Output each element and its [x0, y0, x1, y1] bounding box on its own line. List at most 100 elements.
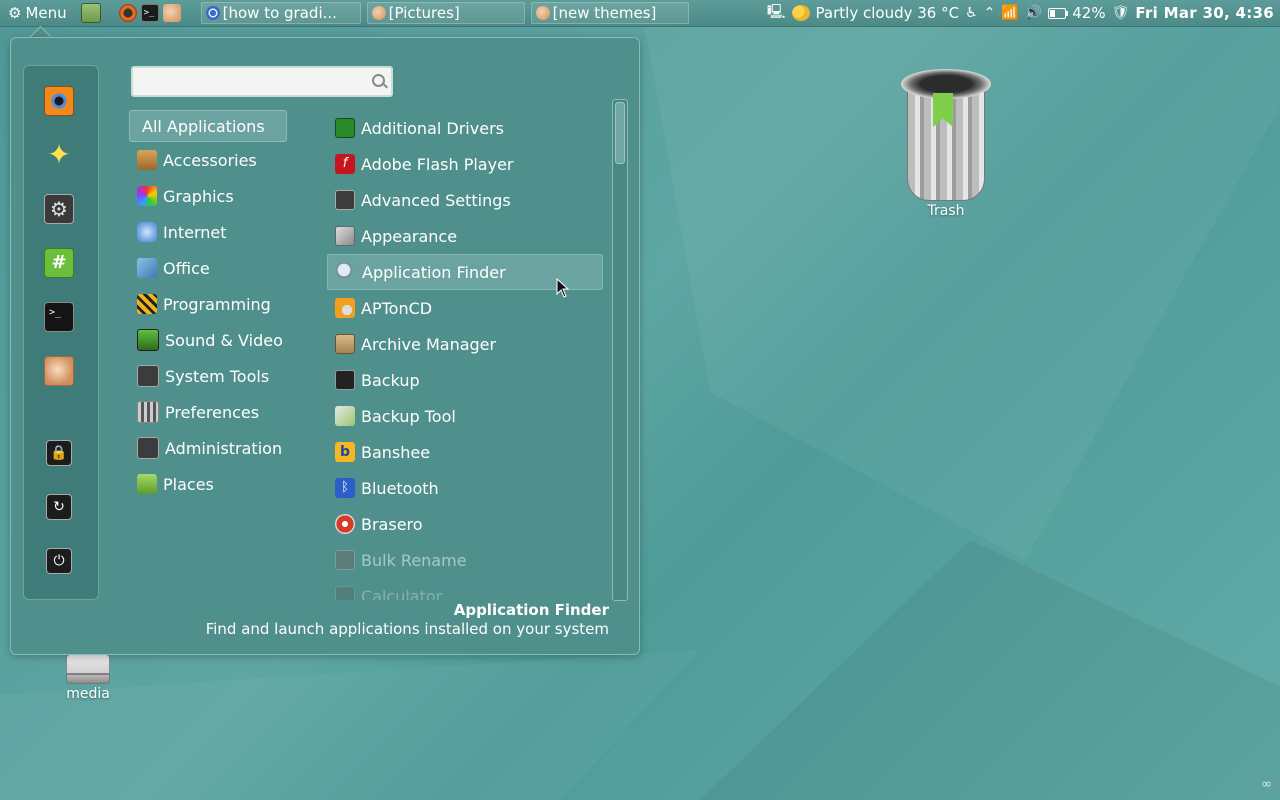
flash-icon: f	[335, 154, 355, 174]
taskbar-item-themes[interactable]: [new themes]	[530, 2, 689, 24]
app-adobe-flash-player[interactable]: f Adobe Flash Player	[327, 146, 603, 182]
archive-icon	[335, 334, 355, 354]
panel-launchers: >_	[80, 3, 181, 23]
app-banshee[interactable]: b Banshee	[327, 434, 603, 470]
terminal-icon[interactable]: >_	[44, 302, 74, 332]
preferences-icon	[137, 401, 159, 423]
category-label: Places	[163, 474, 214, 494]
app-label: Bulk Rename	[361, 550, 467, 570]
internet-icon	[137, 222, 157, 242]
bulk-rename-icon	[335, 550, 355, 570]
trash-label: Trash	[927, 203, 965, 219]
category-all-applications[interactable]: All Applications	[129, 110, 287, 142]
accessories-icon	[137, 150, 157, 170]
category-sound-video[interactable]: Sound & Video	[129, 322, 309, 358]
web-browser-icon[interactable]	[118, 4, 137, 22]
app-backup[interactable]: Backup	[327, 362, 603, 398]
weather-icon[interactable]	[791, 5, 810, 21]
infinity-icon: ∞	[1261, 777, 1272, 792]
taskbar-item-browser[interactable]: [how to gradi...	[200, 2, 361, 24]
accessibility-icon[interactable]: ♿	[965, 5, 978, 21]
wifi-icon[interactable]: 📶	[1001, 5, 1018, 21]
category-accessories[interactable]: Accessories	[129, 142, 309, 178]
app-label: Banshee	[361, 442, 431, 462]
category-label: System Tools	[165, 366, 270, 386]
scrollbar-thumb[interactable]	[615, 102, 625, 164]
trash-desktop-icon[interactable]: Trash	[895, 63, 997, 219]
search-box[interactable]	[131, 66, 393, 97]
volume-icon[interactable]: 🔊	[1025, 5, 1042, 21]
taskbar-item-label: [how to gradi...	[222, 4, 337, 22]
app-archive-manager[interactable]: Archive Manager	[327, 326, 603, 362]
app-label: Calculator	[361, 586, 443, 601]
category-office[interactable]: Office	[129, 250, 309, 286]
settings-gear-icon[interactable]: ⚙	[44, 194, 74, 224]
menu-label: Menu	[25, 4, 67, 22]
app-list-scrollbar[interactable]	[612, 99, 628, 601]
favorites-panel: ✦ ⚙ # >_ 🔒 ↻ ⏻	[23, 65, 99, 600]
category-label: Administration	[165, 438, 283, 458]
network-monitor-icon[interactable]: 🖳	[767, 1, 786, 25]
hashtag-icon[interactable]: #	[44, 248, 74, 278]
app-label: Additional Drivers	[361, 118, 504, 138]
search-input[interactable]	[137, 71, 371, 95]
battery-percent: 42%	[1072, 4, 1106, 22]
gear-icon: ⚙	[8, 4, 22, 22]
category-label: Accessories	[163, 150, 257, 170]
category-graphics[interactable]: Graphics	[129, 178, 309, 214]
chevron-up-icon[interactable]: ⌃	[984, 5, 996, 21]
taskbar-item-pictures[interactable]: [Pictures]	[366, 2, 525, 24]
menu-button[interactable]: ⚙ Menu	[0, 0, 75, 26]
logout-icon[interactable]: ↻	[46, 494, 72, 520]
media-desktop-icon[interactable]: media	[55, 652, 121, 702]
app-label: Archive Manager	[361, 334, 497, 354]
app-backup-tool[interactable]: Backup Tool	[327, 398, 603, 434]
app-description-text: Find and launch applications installed o…	[205, 620, 609, 638]
app-bluetooth[interactable]: ᛒ Bluetooth	[327, 470, 603, 506]
app-additional-drivers[interactable]: Additional Drivers	[327, 110, 603, 146]
star-icon[interactable]: ✦	[44, 140, 74, 170]
shield-icon[interactable]: 🛡	[1112, 5, 1130, 21]
system-tools-icon	[137, 365, 159, 387]
category-label: Preferences	[165, 402, 260, 422]
show-desktop-icon[interactable]	[80, 3, 101, 23]
app-calculator[interactable]: Calculator	[327, 578, 603, 600]
aptoncd-icon	[335, 298, 355, 318]
app-bulk-rename[interactable]: Bulk Rename	[327, 542, 603, 578]
power-icon[interactable]: ⏻	[46, 548, 72, 574]
category-label: Internet	[163, 222, 227, 242]
terminal-icon[interactable]: >_	[140, 4, 159, 22]
app-label: APTonCD	[361, 298, 433, 318]
category-preferences[interactable]: Preferences	[129, 394, 309, 430]
app-advanced-settings[interactable]: Advanced Settings	[327, 182, 603, 218]
app-brasero[interactable]: Brasero	[327, 506, 603, 542]
shell-app-icon[interactable]	[162, 4, 181, 22]
app-appearance[interactable]: Appearance	[327, 218, 603, 254]
app-description-title: Application Finder	[453, 601, 609, 619]
clock[interactable]: Fri Mar 30, 4:36	[1135, 4, 1274, 22]
category-label: Sound & Video	[165, 330, 283, 350]
lock-icon[interactable]: 🔒	[46, 440, 72, 466]
category-label: Graphics	[163, 186, 234, 206]
category-administration[interactable]: Administration	[129, 430, 309, 466]
backup-icon	[335, 370, 355, 390]
app-description: Application Finder Find and launch appli…	[206, 601, 609, 639]
shell-app-icon[interactable]	[44, 356, 74, 386]
application-list: Additional Drivers f Adobe Flash Player …	[327, 110, 603, 600]
app-label: Backup Tool	[361, 406, 456, 426]
category-label: All Applications	[142, 116, 265, 136]
application-menu: ✦ ⚙ # >_ 🔒 ↻ ⏻ All Applications Accessor…	[10, 37, 640, 655]
app-label: Advanced Settings	[361, 190, 511, 210]
folder-icon	[137, 474, 157, 494]
app-label: Adobe Flash Player	[361, 154, 514, 174]
weather-text[interactable]: Partly cloudy 36 °C	[816, 4, 960, 22]
category-label: Programming	[163, 294, 271, 314]
battery-icon[interactable]	[1048, 7, 1069, 19]
category-programming[interactable]: Programming	[129, 286, 309, 322]
category-places[interactable]: Places	[129, 466, 309, 502]
category-internet[interactable]: Internet	[129, 214, 309, 250]
magnifier-icon	[336, 262, 356, 282]
category-system-tools[interactable]: System Tools	[129, 358, 309, 394]
file-manager-icon	[371, 6, 386, 20]
eye-app-icon[interactable]	[44, 86, 74, 116]
